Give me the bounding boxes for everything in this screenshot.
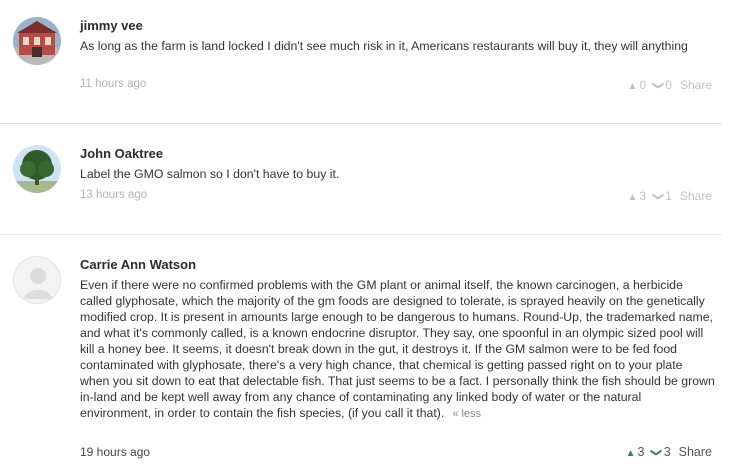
upvote-icon[interactable]: ▲ xyxy=(626,448,636,459)
share-button[interactable]: Share xyxy=(679,445,712,459)
tree-avatar-icon xyxy=(13,145,61,193)
comment-timestamp[interactable]: 11 hours ago xyxy=(80,78,146,90)
avatar[interactable] xyxy=(13,256,61,304)
downvote-count: 0 xyxy=(665,78,672,92)
comment-text: Label the GMO salmon so I don't have to … xyxy=(80,167,340,181)
comment-timestamp[interactable]: 13 hours ago xyxy=(80,189,147,201)
comment-author[interactable]: jimmy vee xyxy=(80,18,143,33)
comment-divider xyxy=(0,234,722,235)
comment-actions: ▲ 3 ❯1 Share xyxy=(627,189,712,203)
comment-author[interactable]: Carrie Ann Watson xyxy=(80,257,196,272)
downvote-icon[interactable]: ❯ xyxy=(651,448,664,457)
avatar[interactable] xyxy=(13,145,61,193)
upvote-count: 0 xyxy=(639,78,647,92)
share-button[interactable]: Share xyxy=(680,189,712,203)
comment-timestamp[interactable]: 19 hours ago xyxy=(80,445,150,459)
upvote-icon[interactable]: ▲ xyxy=(627,192,637,203)
comment-actions: ▲ 0 ❯0 Share xyxy=(627,78,712,92)
downvote-count: 1 xyxy=(665,189,672,203)
upvote-count: 3 xyxy=(637,445,645,459)
downvote-icon[interactable]: ❯ xyxy=(652,81,665,90)
comment-text: Even if there were no confirmed problems… xyxy=(80,277,715,422)
comment-text: As long as the farm is land locked I did… xyxy=(80,39,688,53)
collapse-link[interactable]: « less xyxy=(452,408,481,420)
default-user-icon xyxy=(14,257,60,303)
comment-actions: ▲ 3 ❯3 Share xyxy=(626,445,712,459)
avatar[interactable] xyxy=(13,17,61,65)
comment-divider xyxy=(0,123,722,124)
downvote-icon[interactable]: ❯ xyxy=(652,192,665,201)
share-button[interactable]: Share xyxy=(680,78,712,92)
building-avatar-icon xyxy=(13,17,61,65)
upvote-icon[interactable]: ▲ xyxy=(627,81,637,92)
comment-author[interactable]: John Oaktree xyxy=(80,146,163,161)
upvote-count: 3 xyxy=(639,189,647,203)
downvote-count: 3 xyxy=(663,445,671,459)
comment-text-content: Even if there were no confirmed problems… xyxy=(80,278,715,420)
